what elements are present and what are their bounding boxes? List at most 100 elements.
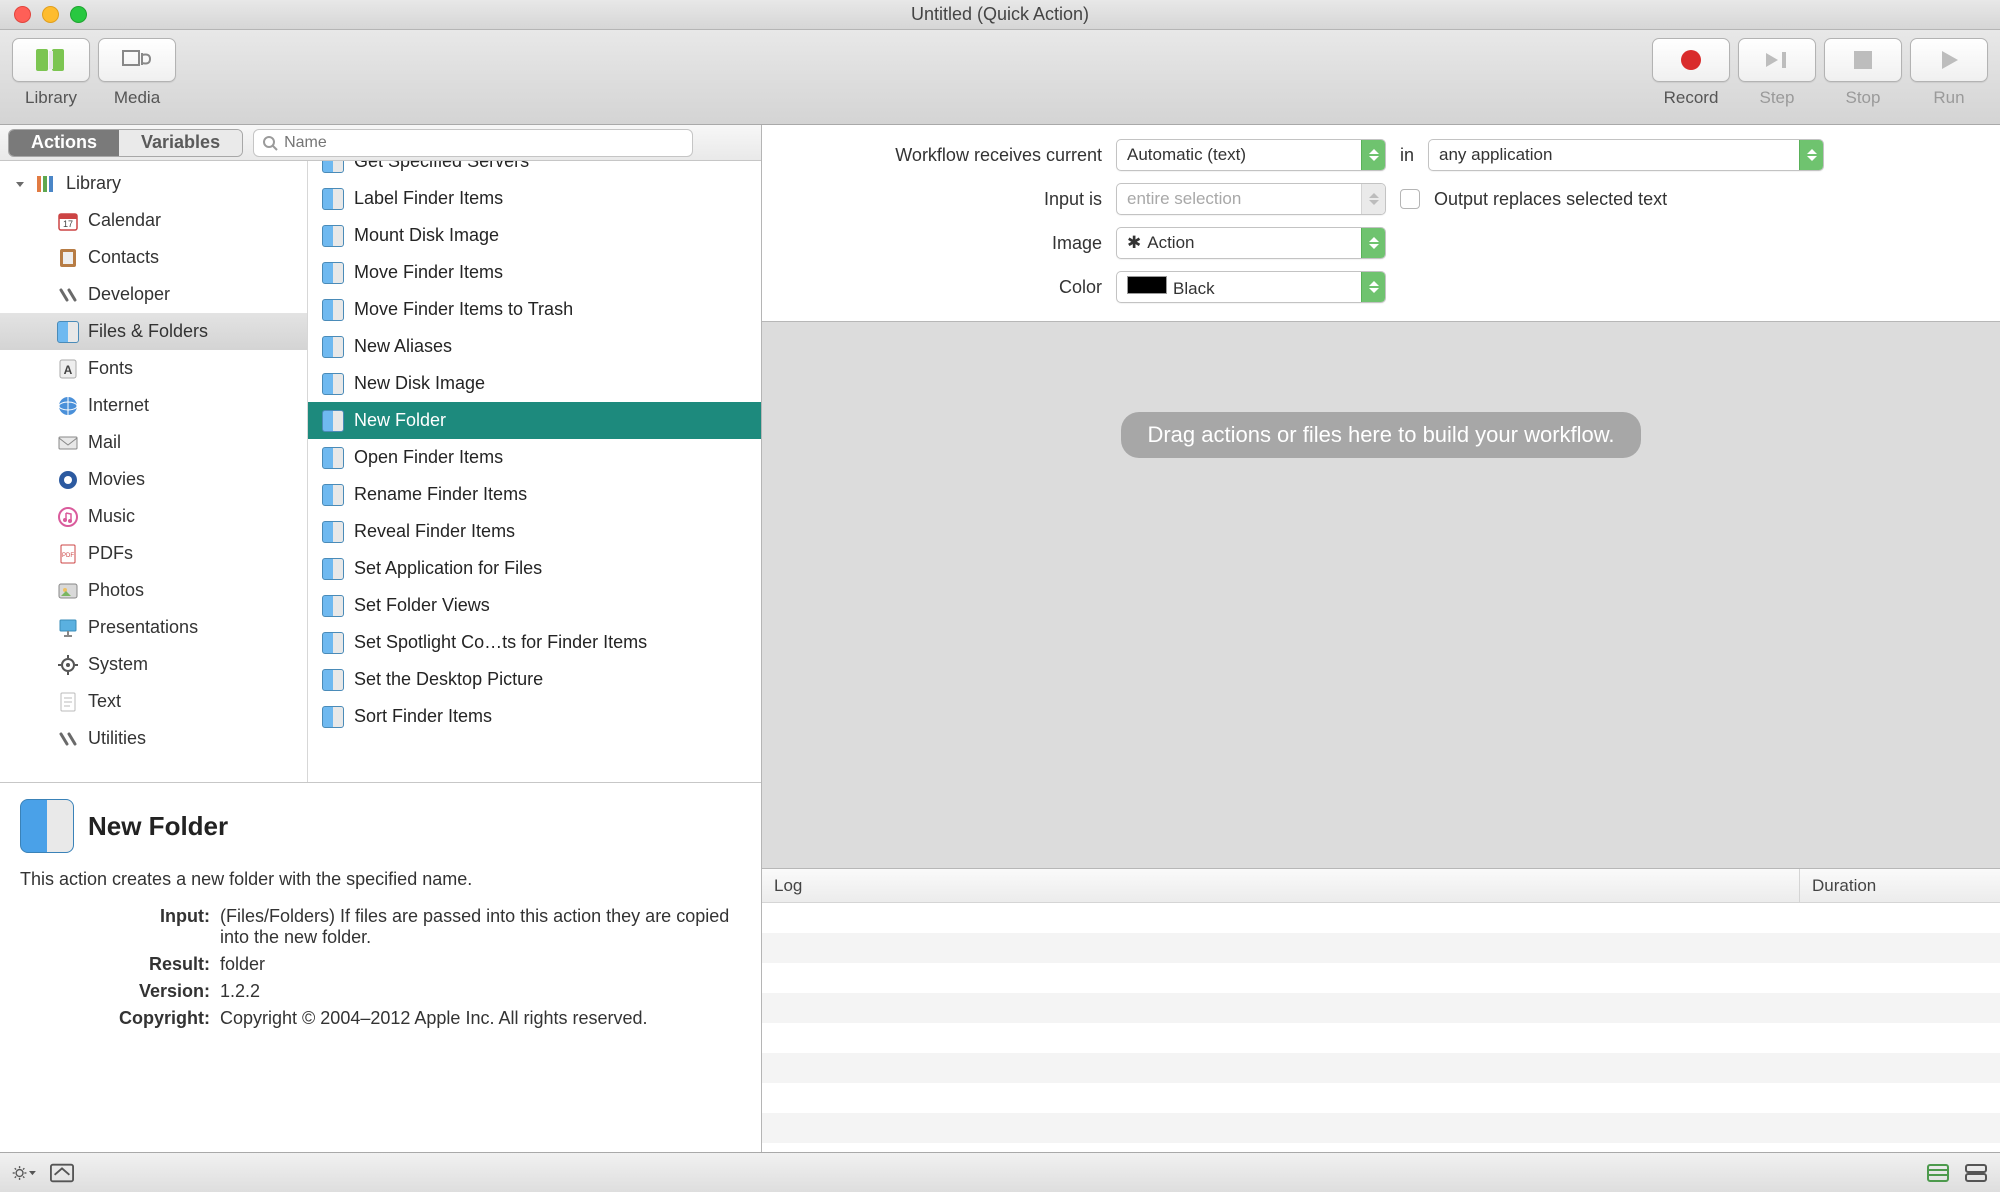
image-select[interactable]: ✱Action	[1116, 227, 1386, 259]
action-row[interactable]: Rename Finder Items	[308, 476, 761, 513]
output-replaces-checkbox[interactable]	[1400, 189, 1420, 209]
action-label: Set Spotlight Co…ts for Finder Items	[354, 632, 647, 653]
action-row[interactable]: Mount Disk Image	[308, 217, 761, 254]
search-field[interactable]	[253, 129, 693, 157]
sidebar-item[interactable]: Movies	[0, 461, 307, 498]
color-label: Color	[802, 277, 1102, 298]
info-pane: New Folder This action creates a new fol…	[0, 782, 761, 1152]
workflow-config: Workflow receives current Automatic (tex…	[762, 125, 2000, 322]
record-button[interactable]: Record	[1652, 38, 1730, 108]
sidebar-item[interactable]: Presentations	[0, 609, 307, 646]
action-row[interactable]: Set Spotlight Co…ts for Finder Items	[308, 624, 761, 661]
workflow-canvas[interactable]: Drag actions or files here to build your…	[762, 322, 2000, 868]
info-input-label: Input:	[20, 906, 210, 948]
media-icon	[120, 47, 154, 73]
play-icon	[1937, 48, 1961, 72]
action-row[interactable]: Move Finder Items	[308, 254, 761, 291]
disclosure-triangle-icon[interactable]	[14, 178, 26, 190]
svg-text:PDF: PDF	[62, 553, 74, 559]
run-button[interactable]: Run	[1910, 38, 1988, 108]
action-row[interactable]: Sort Finder Items	[308, 698, 761, 735]
color-value: Black	[1127, 276, 1361, 299]
search-input[interactable]	[284, 134, 684, 152]
action-label: New Folder	[354, 410, 446, 431]
action-label: Set Application for Files	[354, 558, 542, 579]
action-row[interactable]: Set Folder Views	[308, 587, 761, 624]
stop-label: Stop	[1846, 88, 1881, 108]
sidebar-item[interactable]: Files & Folders	[0, 313, 307, 350]
window-title: Untitled (Quick Action)	[0, 4, 2000, 25]
action-row[interactable]: Reveal Finder Items	[308, 513, 761, 550]
sidebar-item[interactable]: Mail	[0, 424, 307, 461]
log-table: Log Duration	[762, 868, 2000, 1152]
sidebar-item[interactable]: Internet	[0, 387, 307, 424]
stop-button[interactable]: Stop	[1824, 38, 1902, 108]
action-row[interactable]: New Aliases	[308, 328, 761, 365]
sidebar-item[interactable]: 17Calendar	[0, 202, 307, 239]
record-icon	[1678, 47, 1704, 73]
tab-variables[interactable]: Variables	[119, 130, 242, 156]
stepper-icon	[1361, 272, 1385, 302]
sidebar-item[interactable]: System	[0, 646, 307, 683]
library-button[interactable]: Library	[12, 38, 90, 108]
category-icon: A	[56, 357, 80, 381]
list-view-icon[interactable]	[1964, 1161, 1988, 1185]
sidebar-item[interactable]: Developer	[0, 276, 307, 313]
input-is-select: entire selection	[1116, 183, 1386, 215]
category-icon	[56, 505, 80, 529]
toggle-info-pane[interactable]	[50, 1161, 74, 1185]
finder-icon	[20, 799, 74, 853]
finder-icon	[322, 706, 344, 728]
log-body	[762, 903, 2000, 1152]
receives-value: Automatic (text)	[1127, 145, 1361, 165]
image-value: ✱Action	[1127, 233, 1361, 254]
sidebar-item[interactable]: Text	[0, 683, 307, 720]
sidebar-item[interactable]: Music	[0, 498, 307, 535]
action-row[interactable]: Set the Desktop Picture	[308, 661, 761, 698]
action-row[interactable]: Move Finder Items to Trash	[308, 291, 761, 328]
receives-select[interactable]: Automatic (text)	[1116, 139, 1386, 171]
sidebar-item-library-root[interactable]: Library	[0, 165, 307, 202]
finder-icon	[322, 299, 344, 321]
sidebar-item[interactable]: Photos	[0, 572, 307, 609]
step-button[interactable]: Step	[1738, 38, 1816, 108]
duration-column-header[interactable]: Duration	[1800, 869, 2000, 902]
sidebar-item[interactable]: AFonts	[0, 350, 307, 387]
color-select[interactable]: Black	[1116, 271, 1386, 303]
stepper-icon	[1361, 184, 1385, 214]
info-title: New Folder	[88, 811, 228, 842]
action-row[interactable]: Open Finder Items	[308, 439, 761, 476]
action-row[interactable]: Label Finder Items	[308, 180, 761, 217]
log-row	[762, 1053, 2000, 1083]
stepper-icon	[1361, 140, 1385, 170]
action-row[interactable]: Set Application for Files	[308, 550, 761, 587]
media-button[interactable]: Media	[98, 38, 176, 108]
minimize-window-button[interactable]	[42, 6, 59, 23]
stepper-icon	[1799, 140, 1823, 170]
log-row	[762, 933, 2000, 963]
action-row[interactable]: New Folder	[308, 402, 761, 439]
dropzone-hint: Drag actions or files here to build your…	[1121, 412, 1640, 458]
action-row[interactable]: Get Specified Servers	[308, 161, 761, 180]
sidebar-item[interactable]: Utilities	[0, 720, 307, 757]
in-label: in	[1400, 145, 1414, 166]
action-label: Open Finder Items	[354, 447, 503, 468]
zoom-window-button[interactable]	[70, 6, 87, 23]
in-select[interactable]: any application	[1428, 139, 1824, 171]
log-column-header[interactable]: Log	[762, 869, 1800, 902]
log-row	[762, 903, 2000, 933]
finder-icon	[322, 410, 344, 432]
flow-view-icon[interactable]	[1926, 1161, 1950, 1185]
gear-menu[interactable]	[12, 1161, 36, 1185]
action-row[interactable]: New Disk Image	[308, 365, 761, 402]
category-icon	[56, 579, 80, 603]
sidebar-item[interactable]: PDFPDFs	[0, 535, 307, 572]
output-replaces-label: Output replaces selected text	[1434, 189, 1667, 210]
tab-actions[interactable]: Actions	[9, 130, 119, 156]
category-icon	[56, 394, 80, 418]
toolbar: Library Media Record Step	[0, 30, 2000, 125]
sidebar-item-label: Developer	[88, 284, 170, 305]
close-window-button[interactable]	[14, 6, 31, 23]
sidebar-item-label: Text	[88, 691, 121, 712]
sidebar-item[interactable]: Contacts	[0, 239, 307, 276]
